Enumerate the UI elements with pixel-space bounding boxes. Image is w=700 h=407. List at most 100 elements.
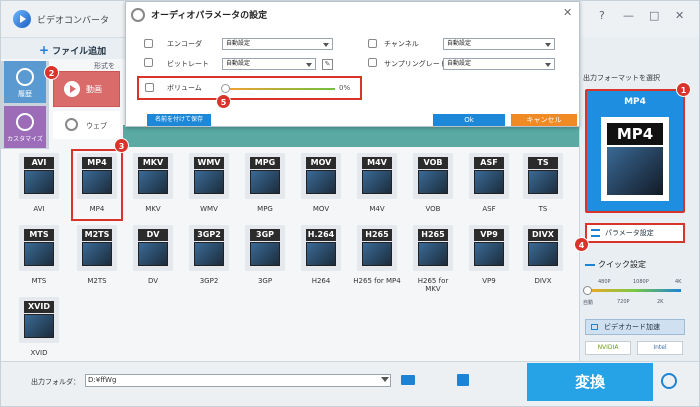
category-video[interactable]: 動画: [53, 71, 120, 107]
format-label: MPG: [257, 205, 273, 213]
format-tag: M4V: [362, 157, 392, 169]
format-item-h265-mkv[interactable]: H265 H265 for MKV: [409, 223, 457, 293]
format-label: MTS: [31, 277, 47, 285]
volume-slider-track[interactable]: [227, 88, 335, 90]
plus-icon: +: [39, 43, 50, 57]
quality-tick-2k: 2K: [657, 299, 664, 305]
output-format-image: [607, 147, 663, 195]
tab-customize-label: カスタマイズ: [7, 136, 43, 143]
tab-history[interactable]: 履歴: [4, 61, 46, 103]
format-tag: MOV: [306, 157, 336, 169]
bitrate-select[interactable]: 自動設定: [222, 58, 316, 70]
step-badge-3: 3: [114, 138, 129, 153]
add-file-button[interactable]: + ファイル追加: [39, 43, 106, 57]
quick-settings-title: クイック設定: [585, 259, 646, 270]
tab-customize[interactable]: カスタマイズ: [4, 106, 46, 148]
output-format-selector[interactable]: MP4 MP4: [585, 89, 685, 213]
format-art: [24, 314, 54, 338]
format-item-mov[interactable]: MOV MOV: [297, 151, 345, 219]
chevron-down-icon: [323, 43, 329, 47]
format-item-ts[interactable]: TS TS: [519, 151, 567, 219]
browse-folder-icon[interactable]: [401, 375, 415, 385]
parameter-settings-button[interactable]: パラメータ設定: [585, 223, 685, 243]
help-icon[interactable]: ?: [599, 9, 605, 22]
format-art: [418, 170, 448, 194]
format-label: MP4: [89, 205, 105, 213]
output-format-tag: MP4: [607, 123, 663, 145]
ok-button[interactable]: Ok: [433, 114, 505, 126]
encoder-select[interactable]: 自動設定: [222, 38, 333, 50]
format-item-dv[interactable]: DV DV: [129, 223, 177, 291]
format-item-vp9[interactable]: VP9 VP9: [465, 223, 513, 291]
format-label: DV: [147, 277, 159, 285]
category-web[interactable]: ウェブ: [53, 111, 120, 139]
format-label: ASF: [482, 205, 496, 213]
format-item-m2ts[interactable]: M2TS M2TS: [73, 223, 121, 291]
volume-slider-knob[interactable]: [221, 84, 230, 93]
category-video-label: 動画: [86, 85, 102, 94]
format-item-wmv[interactable]: WMV WMV: [185, 151, 233, 219]
gear-icon: [131, 8, 145, 22]
open-folder-icon[interactable]: [457, 374, 469, 386]
subcategory-strip: [123, 125, 579, 147]
history-icon: [16, 68, 34, 86]
format-art: [138, 242, 168, 266]
format-item-avi[interactable]: AVI AVI: [15, 151, 63, 219]
format-item-mts[interactable]: MTS MTS: [15, 223, 63, 291]
format-item-vob[interactable]: VOB VOB: [409, 151, 457, 219]
customize-icon: [16, 113, 34, 131]
microphone-icon: [368, 58, 377, 67]
play-icon: [64, 81, 80, 97]
channel-select[interactable]: 自動設定: [443, 38, 555, 50]
quality-tick-auto: 自動: [583, 300, 594, 306]
format-tag: 3GP: [250, 229, 280, 241]
web-icon: [65, 118, 78, 131]
pencil-icon[interactable]: ✎: [322, 59, 333, 70]
format-art: [82, 170, 112, 194]
add-file-label: ファイル追加: [52, 47, 107, 57]
convert-button[interactable]: 変換: [527, 363, 653, 401]
format-item-mp4[interactable]: MP4 MP4: [71, 149, 123, 221]
format-item-m4v[interactable]: M4V M4V: [353, 151, 401, 219]
format-item-divx[interactable]: DIVX DIVX: [519, 223, 567, 291]
output-folder-dropdown-icon[interactable]: [381, 377, 389, 382]
format-tag: MKV: [138, 157, 168, 169]
quick-settings-icon: [585, 263, 595, 266]
format-item-mkv[interactable]: MKV MKV: [129, 151, 177, 219]
speaker-icon: [144, 39, 153, 48]
step-badge-5: 5: [216, 94, 231, 109]
format-label: WMV: [200, 205, 218, 213]
quality-slider-knob[interactable]: [583, 286, 592, 295]
format-art: [474, 242, 504, 266]
bitrate-label: ビットレート: [167, 60, 209, 68]
format-item-h264[interactable]: H.264 H264: [297, 223, 345, 291]
format-item-3gp[interactable]: 3GP 3GP: [241, 223, 289, 291]
format-item-xvid[interactable]: XVID XVID: [15, 295, 63, 363]
format-tag: AVI: [24, 157, 54, 169]
save-as-button[interactable]: 名前を付けて保存: [147, 114, 211, 126]
format-art: [362, 242, 392, 266]
alarm-icon[interactable]: [661, 373, 677, 389]
format-art: [528, 242, 558, 266]
format-item-mpg[interactable]: MPG MPG: [241, 151, 289, 219]
format-grid: AVI AVI MP4 MP4 MKV MKV WMV WMV MPG MPG MOV MO…: [11, 149, 571, 363]
close-window-icon[interactable]: ✕: [675, 9, 684, 22]
samplerate-select-value: 自動設定: [447, 60, 472, 67]
output-folder-field[interactable]: D:¥ffWg: [85, 374, 391, 387]
gpu-acceleration-button[interactable]: ビデオカード加速: [585, 319, 685, 335]
format-art: [24, 242, 54, 266]
cancel-button[interactable]: キャンセル: [511, 114, 577, 126]
format-item-h265-mp4[interactable]: H265 H265 for MP4: [353, 223, 401, 291]
format-label: H265 for MKV: [417, 277, 449, 293]
quality-slider-track[interactable]: [587, 289, 681, 292]
format-item-asf[interactable]: ASF ASF: [465, 151, 513, 219]
maximize-icon[interactable]: □: [649, 9, 659, 22]
dialog-close-icon[interactable]: ✕: [563, 6, 572, 19]
format-item-3gp2[interactable]: 3GP2 3GP2: [185, 223, 233, 291]
samplerate-select[interactable]: 自動設定: [443, 58, 555, 70]
settings-sliders-icon: [591, 229, 600, 237]
quality-tick-4k: 4K: [675, 279, 682, 285]
minimize-icon[interactable]: —: [623, 9, 634, 22]
format-tag: 3GP2: [194, 229, 224, 241]
format-label: M4V: [369, 205, 385, 213]
